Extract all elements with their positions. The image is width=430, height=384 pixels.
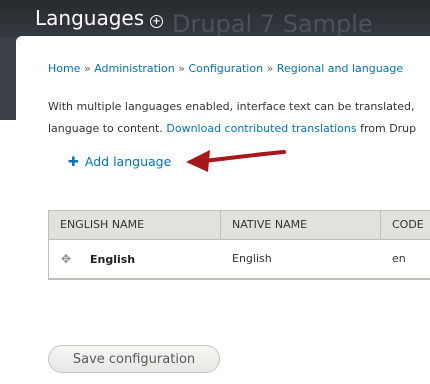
column-header-english-name: ENGLISH NAME [49, 211, 221, 239]
plus-icon: ✚ [68, 155, 79, 170]
help-text: With multiple languages enabled, interfa… [48, 96, 430, 140]
english-name-value: English [90, 253, 136, 266]
help-line-1: With multiple languages enabled, interfa… [48, 100, 415, 113]
breadcrumb-administration[interactable]: Administration [94, 62, 175, 75]
breadcrumb-separator: » [178, 62, 185, 75]
help-line-2: language to content. Download contribute… [48, 118, 430, 140]
breadcrumb-regional-language[interactable]: Regional and language [277, 62, 403, 75]
breadcrumb-home[interactable]: Home [48, 62, 80, 75]
column-header-code: CODE [392, 218, 424, 231]
plus-circle-icon[interactable]: + [150, 15, 163, 28]
breadcrumb-separator: » [266, 62, 274, 75]
help-line-2-prefix: language to content. [48, 122, 163, 135]
languages-table: ENGLISH NAME NATIVE NAME CODE ✥ English E… [48, 210, 430, 280]
breadcrumb: Home » Administration » Configuration » … [48, 62, 403, 75]
site-name-watermark: Drupal 7 Sample [172, 10, 373, 38]
save-configuration-button[interactable]: Save configuration [48, 345, 220, 373]
english-name-cell: ✥ English [49, 240, 221, 278]
help-line-2-suffix: from Drup [360, 122, 417, 135]
page-title: Languages [35, 6, 145, 30]
drag-handle-icon[interactable]: ✥ [60, 240, 72, 278]
code-cell: en [392, 252, 406, 265]
breadcrumb-configuration[interactable]: Configuration [188, 62, 263, 75]
add-language-link[interactable]: ✚ Add language [68, 154, 171, 170]
download-translations-link[interactable]: Download contributed translations [166, 122, 356, 135]
native-name-cell: English [232, 252, 272, 265]
add-language-label: Add language [84, 154, 172, 169]
column-header-native-name: NATIVE NAME [221, 211, 381, 239]
red-arrow-annotation [186, 150, 286, 172]
breadcrumb-separator: » [83, 62, 91, 75]
table-header: ENGLISH NAME NATIVE NAME CODE [49, 211, 430, 240]
table-row: ✥ English English en [49, 240, 430, 279]
